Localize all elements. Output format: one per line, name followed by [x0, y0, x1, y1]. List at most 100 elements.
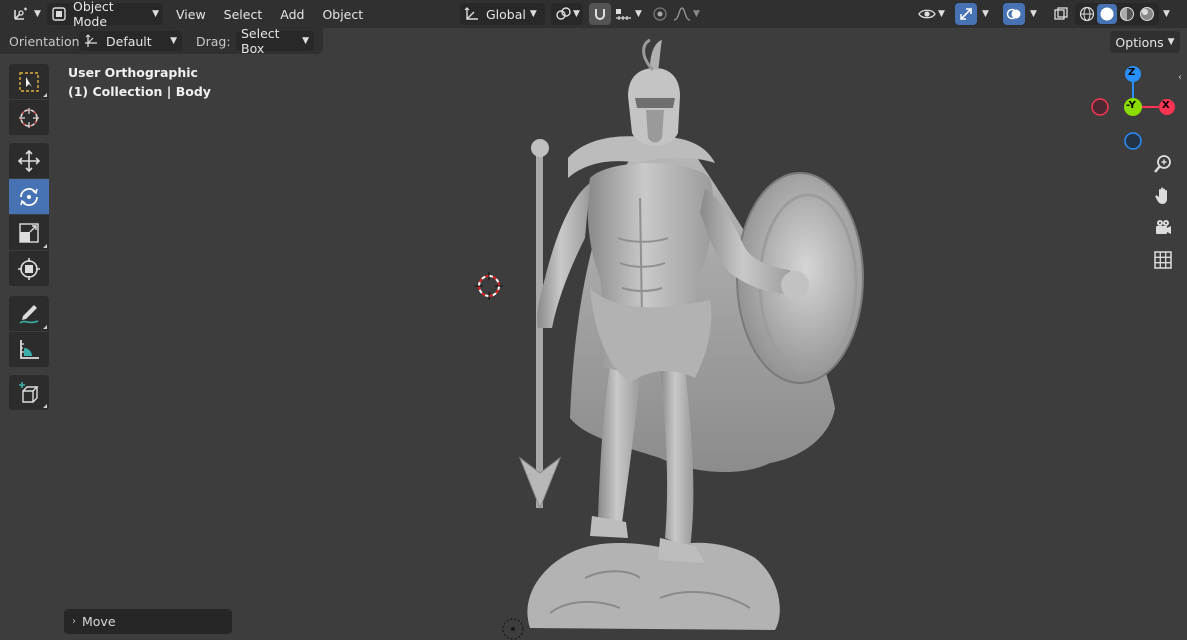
gizmo-x-label: X [1162, 100, 1170, 111]
rendered-shading-icon [1139, 6, 1155, 22]
snap-icon [592, 6, 608, 22]
pan-button[interactable] [1150, 183, 1176, 209]
menu-view[interactable]: View [170, 7, 212, 22]
tool-cursor[interactable] [9, 100, 49, 135]
orientation-dropdown[interactable]: Default ▼ [79, 31, 182, 51]
snap-group: ▼ [589, 3, 642, 25]
rotate-icon [17, 185, 41, 209]
snap-toggle[interactable] [589, 3, 611, 25]
last-operator-panel[interactable]: › Move [64, 609, 232, 634]
tool-measure[interactable] [9, 332, 49, 367]
camera-icon [1153, 218, 1173, 238]
tool-select-box[interactable] [9, 64, 49, 99]
falloff-dropdown[interactable]: ▼ [673, 6, 700, 22]
shading-mode-buttons [1075, 3, 1159, 25]
options-dropdown[interactable]: Options ▼ [1110, 31, 1180, 53]
toolbar-group-select [9, 64, 49, 136]
tool-expand-corner [43, 404, 47, 408]
proportional-edit-toggle[interactable] [649, 3, 671, 25]
cursor-icon [17, 106, 41, 130]
tool-scale[interactable] [9, 215, 49, 250]
orientation-value: Default [106, 33, 152, 49]
snap-target-dropdown[interactable]: ▼ [615, 6, 642, 22]
orientation-icon [84, 34, 98, 48]
mode-dropdown[interactable]: Object Mode ▼ [47, 0, 163, 29]
zoom-button[interactable] [1150, 151, 1176, 177]
wireframe-shading-button[interactable] [1077, 3, 1097, 25]
zoom-icon [1153, 154, 1173, 174]
tool-expand-corner [43, 93, 47, 97]
menu-add[interactable]: Add [274, 7, 310, 22]
blender-window: ▼ Object Mode ▼ View Select Add Object G… [0, 0, 1187, 640]
toolbar-group-annotate [9, 296, 49, 368]
material-shading-icon [1119, 6, 1135, 22]
solid-shading-button[interactable] [1097, 4, 1117, 24]
snap-increment-icon [615, 6, 633, 22]
measure-icon [17, 338, 41, 362]
tool-expand-corner [43, 325, 47, 329]
origin-marker-icon [500, 616, 528, 640]
gizmo-z-label: Z [1128, 67, 1136, 78]
gizmo-y-label: -Y [1126, 100, 1136, 111]
spartan-sculpt-object[interactable] [490, 38, 880, 638]
gizmo-group: ▼ [955, 3, 989, 25]
xray-button[interactable] [1050, 3, 1072, 25]
grid-icon [1153, 250, 1173, 270]
tool-settings-bar: Orientation: Default ▼ Drag: Select Box … [0, 26, 323, 56]
chevron-down-icon: ▼ [529, 9, 537, 19]
mode-label: Object Mode [73, 0, 114, 29]
xray-toggle[interactable] [1050, 3, 1072, 25]
select-box-icon [18, 71, 40, 93]
menu-object[interactable]: Object [316, 7, 369, 22]
toolbar-group-add [9, 375, 49, 411]
tool-move[interactable] [9, 143, 49, 178]
overlays-dropdown-chevron[interactable]: ▼ [1030, 9, 1037, 19]
shading-dropdown-chevron[interactable]: ▼ [1163, 9, 1170, 19]
shading-group: ▼ [1075, 3, 1170, 25]
move-icon [17, 149, 41, 173]
gizmo-neg-x[interactable] [1091, 98, 1109, 116]
tool-transform[interactable] [9, 251, 49, 286]
gizmo-neg-z[interactable] [1124, 132, 1142, 150]
chevron-down-icon: ▼ [693, 9, 700, 19]
header-menu: View Select Add Object [170, 3, 369, 25]
tool-rotate[interactable] [9, 179, 49, 214]
annotate-icon [17, 302, 41, 326]
overlays-toggle[interactable] [1003, 3, 1025, 25]
proportional-edit-icon [652, 6, 668, 22]
menu-select[interactable]: Select [218, 7, 269, 22]
drag-dropdown[interactable]: Select Box ▼ [236, 26, 314, 56]
rendered-shading-button[interactable] [1137, 3, 1157, 25]
material-shading-button[interactable] [1117, 3, 1137, 25]
last-operator-label: Move [82, 614, 116, 629]
gizmo-toggle[interactable] [955, 3, 977, 25]
overlays-icon [1006, 6, 1022, 22]
chevron-down-icon: ▼ [1167, 37, 1175, 47]
pan-hand-icon [1153, 186, 1173, 206]
chevron-down-icon: ▼ [573, 9, 580, 19]
viewport-header: ▼ Object Mode ▼ View Select Add Object G… [0, 0, 1187, 29]
solid-shading-icon [1099, 6, 1115, 22]
toolbar-group-transform [9, 143, 49, 287]
chevron-down-icon: ▼ [170, 36, 177, 46]
pivot-dropdown[interactable]: ▼ [551, 3, 583, 25]
tool-add-cube[interactable] [9, 375, 49, 410]
editor-type-button[interactable]: ▼ [12, 3, 41, 25]
visibility-dropdown[interactable]: ▼ [918, 3, 945, 25]
camera-view-button[interactable] [1150, 215, 1176, 241]
transform-orientation-dropdown[interactable]: Global ▼ [460, 3, 545, 25]
navigation-gizmo[interactable]: Z X -Y [1088, 62, 1180, 154]
chevron-down-icon: ▼ [152, 9, 159, 19]
gizmo-dropdown-chevron[interactable]: ▼ [982, 9, 989, 19]
add-cube-icon [17, 381, 41, 405]
view-name-label: User Orthographic [68, 65, 198, 80]
tool-annotate[interactable] [9, 296, 49, 331]
drag-value: Select Box [241, 26, 280, 56]
collection-info-label: (1) Collection | Body [68, 84, 211, 99]
falloff-icon [673, 6, 691, 22]
chevron-right-icon: › [72, 616, 76, 627]
chevron-down-icon: ▼ [302, 36, 309, 46]
tool-expand-corner [43, 244, 47, 248]
perspective-toggle-button[interactable] [1150, 247, 1176, 273]
chevron-down-icon: ▼ [938, 9, 945, 19]
